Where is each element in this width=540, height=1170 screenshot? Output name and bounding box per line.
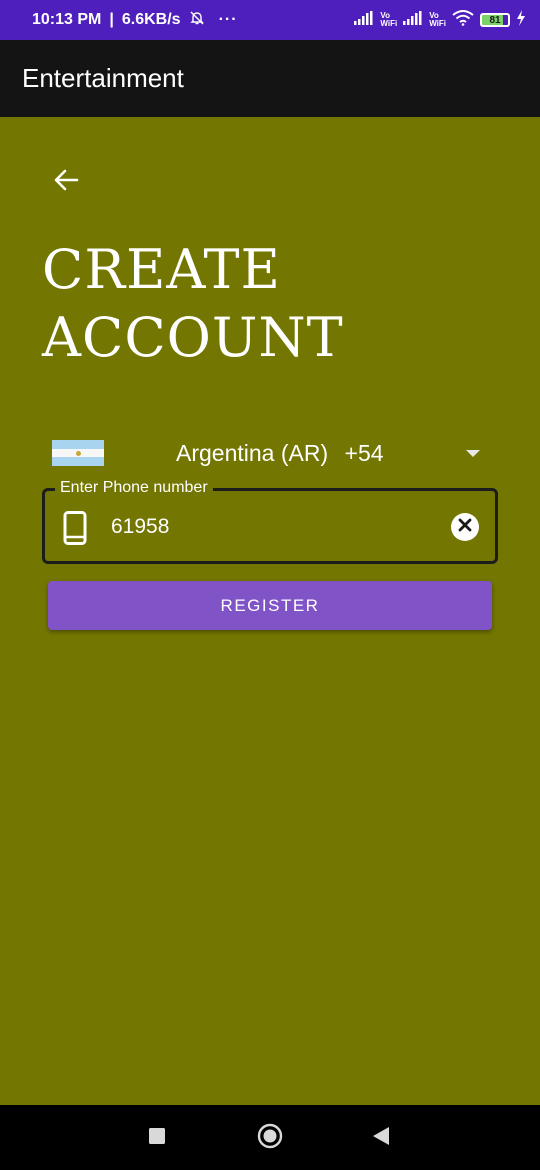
status-right: Vo WiFi Vo WiFi 81 [354, 9, 526, 31]
dial-code: +54 [344, 439, 384, 466]
page-title-line2: ACCOUNT [42, 306, 344, 369]
vowifi-line2-2: WiFi [429, 19, 446, 28]
argentina-flag-icon [52, 440, 104, 467]
vowifi-indicator: Vo WiFi [380, 12, 397, 28]
wifi-icon [452, 9, 474, 31]
square-icon [149, 1127, 165, 1149]
vowifi-line2: WiFi [380, 19, 398, 28]
smartphone-icon [63, 511, 87, 545]
status-separator: | [109, 11, 114, 28]
app-bar: Entertainment [0, 40, 540, 117]
circle-icon [257, 1123, 283, 1154]
status-left: 10:13 PM | 6.6KB/s ··· [32, 10, 238, 31]
phone-number-field[interactable]: Enter Phone number [42, 479, 498, 564]
vowifi-indicator-2: Vo WiFi [429, 12, 446, 28]
recents-button[interactable] [140, 1121, 174, 1155]
home-button[interactable] [253, 1121, 287, 1155]
status-time: 10:13 PM [32, 11, 102, 28]
mute-bell-icon [189, 10, 205, 31]
page-title-line1: CREATE [42, 238, 281, 301]
network-speed: 6.6KB/s [121, 11, 181, 28]
country-label: Argentina (AR) +54 [176, 440, 384, 467]
status-bar: 10:13 PM | 6.6KB/s ··· Vo WiFi Vo WiFi 8… [0, 0, 540, 40]
country-picker[interactable]: Argentina (AR) +54 [52, 432, 492, 474]
arrow-left-icon [53, 168, 79, 197]
signal-icon-2 [403, 10, 423, 30]
dropdown-triangle-icon[interactable] [466, 449, 480, 457]
battery-icon: 81 [480, 13, 510, 27]
charging-bolt-icon [516, 9, 526, 31]
app-title: Entertainment [22, 63, 184, 93]
register-button[interactable]: REGISTER [48, 581, 492, 630]
close-circle-icon [458, 518, 472, 537]
page-title: CREATE ACCOUNT [42, 236, 502, 372]
nav-back-button[interactable] [364, 1121, 398, 1155]
country-name: Argentina (AR) [176, 439, 329, 466]
phone-field-label: Enter Phone number [55, 479, 213, 497]
more-notifications-indicator: ··· [218, 11, 238, 28]
clear-input-button[interactable] [451, 513, 479, 541]
system-nav-bar [0, 1105, 540, 1170]
back-button[interactable] [44, 160, 88, 204]
triangle-icon [372, 1126, 390, 1151]
phone-number-input[interactable] [111, 507, 431, 547]
signal-icon [354, 10, 374, 30]
